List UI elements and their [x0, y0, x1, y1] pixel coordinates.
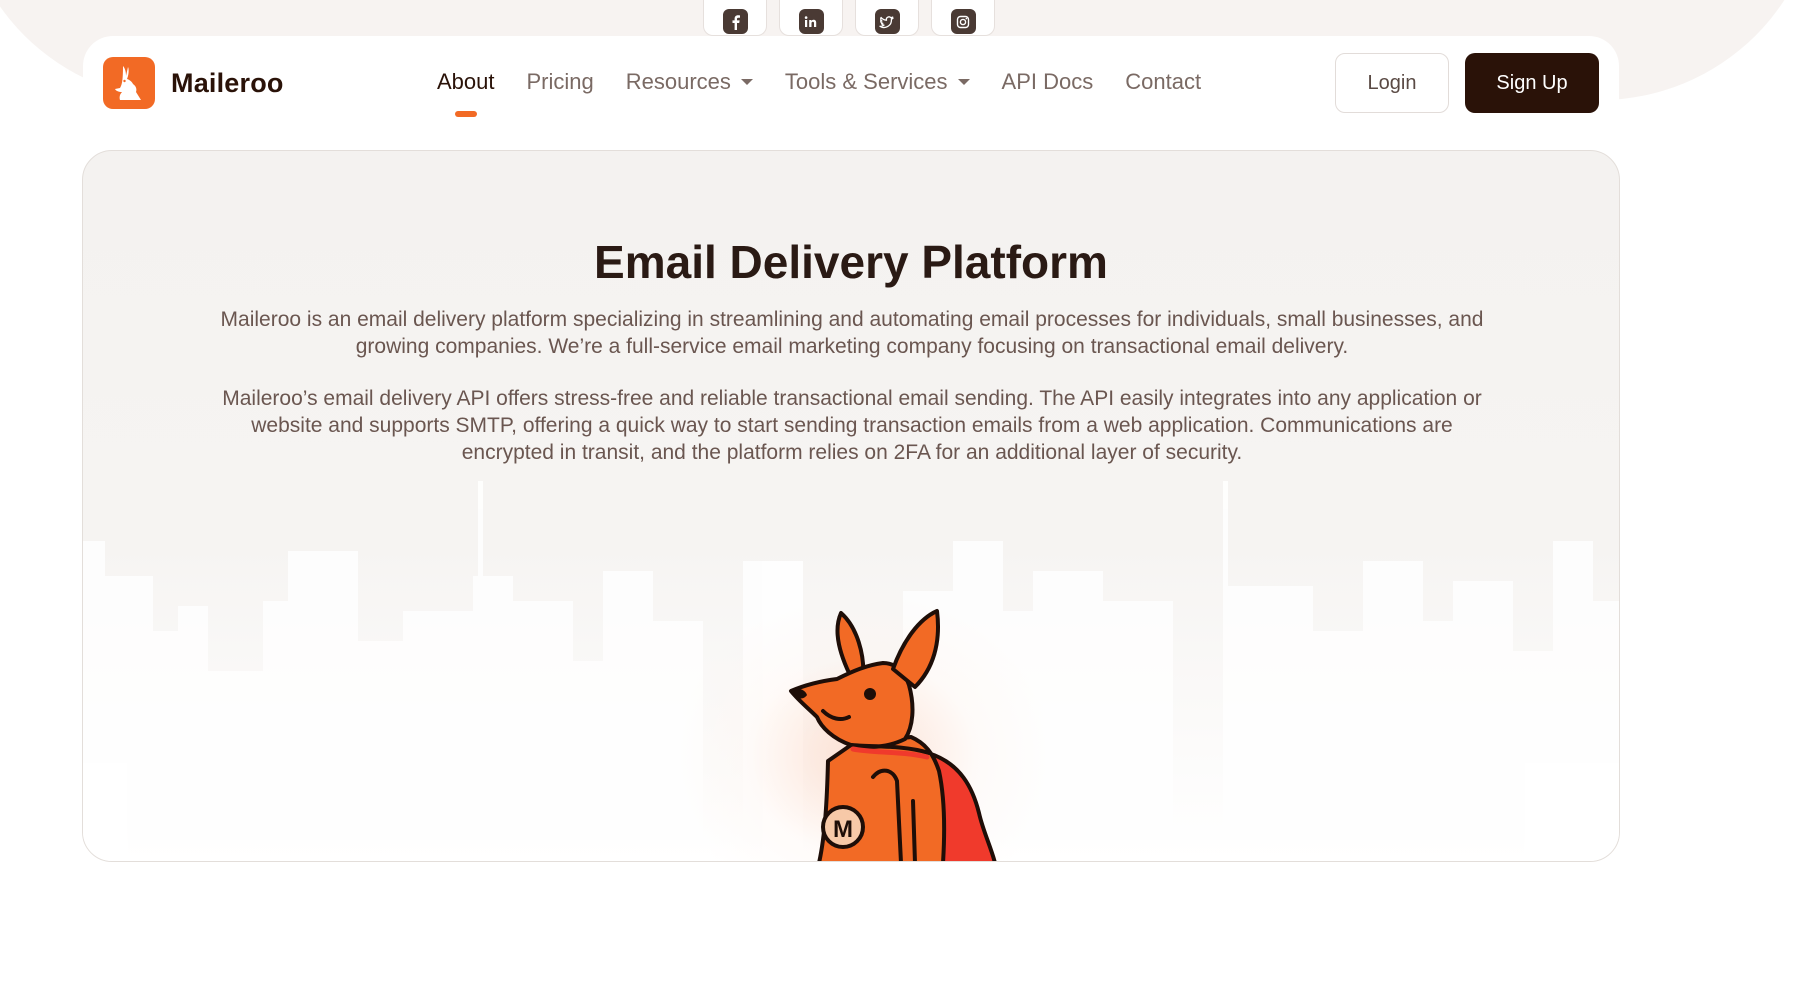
page: Maileroo About Pricing Resources Tools &…	[0, 0, 1800, 993]
hero-card: Email Delivery Platform Maileroo is an e…	[82, 150, 1620, 862]
brand-link[interactable]: Maileroo	[103, 57, 284, 109]
signup-button[interactable]: Sign Up	[1465, 53, 1599, 113]
instagram-icon	[950, 9, 976, 34]
nav-api-docs-label: API Docs	[1001, 69, 1094, 94]
instagram-link[interactable]	[931, 0, 995, 36]
social-links	[703, 0, 995, 36]
brand-name: Maileroo	[171, 67, 284, 98]
hero-title: Email Delivery Platform	[594, 236, 1108, 288]
twitter-link[interactable]	[855, 0, 919, 36]
nav-resources-label: Resources	[625, 69, 731, 94]
facebook-icon	[722, 9, 748, 34]
linkedin-icon	[798, 9, 824, 34]
caret-down-icon	[740, 79, 753, 85]
kangaroo-mascot-illustration: M	[789, 609, 997, 861]
nav-resources-dropdown[interactable]: Resources	[626, 69, 753, 95]
nav-about-label: About	[437, 69, 495, 94]
nav-tools-services-label: Tools & Services	[784, 69, 948, 94]
facebook-link[interactable]	[703, 0, 767, 36]
login-button[interactable]: Login	[1335, 53, 1449, 113]
nav-about[interactable]: About	[437, 69, 495, 95]
caret-down-icon	[957, 79, 970, 85]
linkedin-link[interactable]	[779, 0, 843, 36]
nav-api-docs[interactable]: API Docs	[1002, 69, 1094, 95]
main-nav: About Pricing Resources Tools & Services…	[437, 69, 1201, 95]
twitter-icon	[874, 9, 900, 34]
nav-contact-label: Contact	[1125, 69, 1202, 94]
mascot-badge-letter: M	[833, 816, 853, 843]
hero-paragraph-2: Maileroo’s email delivery API offers str…	[222, 387, 1482, 464]
nav-tools-services-dropdown[interactable]: Tools & Services	[785, 69, 970, 95]
navbar: Maileroo About Pricing Resources Tools &…	[83, 36, 1619, 130]
nav-contact[interactable]: Contact	[1125, 69, 1201, 95]
nav-pricing-label: Pricing	[526, 69, 594, 94]
hero-paragraph-1: Maileroo is an email delivery platform s…	[220, 308, 1484, 358]
nav-pricing[interactable]: Pricing	[527, 69, 594, 95]
kangaroo-logo-icon	[103, 57, 155, 109]
